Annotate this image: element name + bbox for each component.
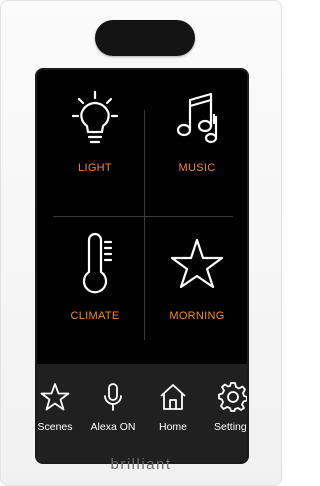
tile-label-climate: CLIMATE: [70, 310, 120, 322]
music-notes-icon: [176, 92, 218, 144]
tile-morning[interactable]: MORNING: [145, 220, 247, 366]
nav-label-home: Home: [158, 421, 187, 433]
tile-label-light: LIGHT: [78, 162, 112, 174]
tile-light[interactable]: LIGHT: [43, 78, 147, 224]
tile-label-morning: MORNING: [169, 310, 225, 322]
device-panel: LIGHT MUSIC CLIMATE MORNING Scenes Alexa…: [0, 0, 282, 486]
nav-home[interactable]: Home: [143, 382, 203, 433]
camera-bar: [95, 20, 195, 56]
home-icon: [160, 384, 186, 410]
nav-scenes[interactable]: Scenes: [37, 382, 85, 433]
tile-climate[interactable]: CLIMATE: [43, 220, 147, 366]
nav-alexa[interactable]: Alexa ON: [83, 382, 143, 433]
lightbulb-icon: [71, 90, 119, 144]
nav-settings[interactable]: Settings: [203, 382, 247, 433]
gear-icon: [218, 382, 247, 412]
tile-music[interactable]: MUSIC: [145, 78, 247, 224]
nav-label-alexa: Alexa ON: [90, 421, 136, 433]
nav-label-scenes: Scenes: [37, 421, 73, 433]
thermometer-icon: [82, 232, 113, 294]
star-icon: [170, 238, 224, 289]
tile-label-music: MUSIC: [178, 162, 216, 174]
brand-logo: brilliant: [110, 456, 172, 473]
star-outline-icon: [40, 383, 70, 411]
touch-screen: LIGHT MUSIC CLIMATE MORNING Scenes Alexa…: [37, 70, 247, 462]
bottom-nav: Scenes Alexa ON Home Setting: [37, 364, 247, 462]
microphone-icon: [104, 383, 122, 411]
nav-label-settings: Settings: [214, 421, 247, 433]
